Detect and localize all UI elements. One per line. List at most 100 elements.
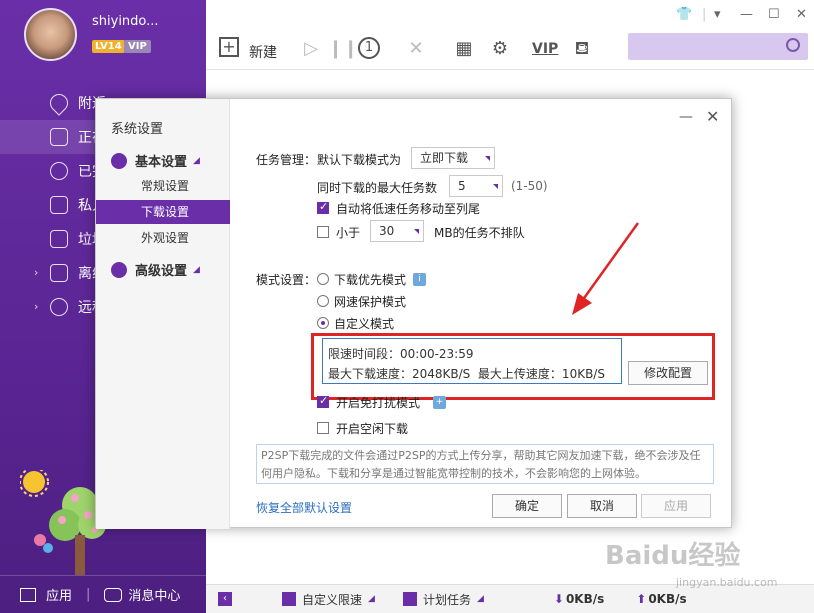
no-disturb-label: 开启免打扰模式 <box>336 396 421 410</box>
search-input[interactable] <box>628 33 808 60</box>
cancel-button[interactable]: 取消 <box>567 494 637 518</box>
download-speed: 0KB/s <box>565 592 605 606</box>
network-protect-label: 网速保护模式 <box>334 295 407 309</box>
less-than-label: 小于 <box>336 226 361 240</box>
custom-mode-radio[interactable] <box>317 317 329 329</box>
p2sp-note: P2SP下载完成的文件会通过P2SP的方式上传分享，帮助其它网友加速下载，绝不会… <box>256 444 714 484</box>
menu-icon[interactable]: ▾ <box>714 7 721 22</box>
idle-download-checkbox[interactable] <box>317 422 329 434</box>
download-first-radio[interactable] <box>317 273 329 285</box>
info-icon[interactable]: + <box>433 396 446 409</box>
no-queue-label: MB的任务不排队 <box>434 226 525 240</box>
dialog-minimize-icon[interactable]: — <box>679 109 693 125</box>
location-icon <box>46 90 72 116</box>
plan-task-dropdown-icon[interactable]: ◢ <box>477 594 484 604</box>
watermark: Baidu经验 <box>605 541 741 571</box>
grid-icon[interactable]: ▦ <box>452 37 476 61</box>
chevron-down-icon <box>493 184 498 189</box>
speed-limit-dropdown-icon[interactable]: ◢ <box>368 594 375 604</box>
lock-icon <box>50 196 68 214</box>
avatar[interactable] <box>24 8 77 61</box>
caret-icon: ◢ <box>193 155 200 166</box>
settings-icon[interactable]: ⚙ <box>488 37 512 61</box>
plan-task-button[interactable]: 计划任务 <box>423 591 471 608</box>
chevron-right-icon[interactable]: › <box>34 300 38 313</box>
no-disturb-checkbox[interactable] <box>317 394 329 408</box>
sidebar-bottom-bar: 应用 | 消息中心 <box>0 575 206 613</box>
less-than-select[interactable]: 30 <box>370 220 424 242</box>
highlight-frame <box>311 333 715 400</box>
task-section-label: 任务管理： <box>256 153 317 167</box>
maximize-icon[interactable]: ☐ <box>768 7 780 22</box>
download-first-label: 下载优先模式 <box>334 273 407 287</box>
chevron-down-icon <box>414 229 419 234</box>
minimize-icon[interactable]: — <box>740 7 753 22</box>
nav-item-appearance[interactable]: 外观设置 <box>96 226 230 250</box>
max-tasks-range: (1-50) <box>511 179 548 193</box>
caret-icon: ◢ <box>193 264 200 275</box>
info-icon[interactable]: i <box>413 273 426 286</box>
default-mode-select[interactable]: 立即下载 <box>411 147 495 169</box>
dialog-title: 系统设置 <box>111 122 164 137</box>
vip-badge[interactable]: VIP <box>124 40 151 53</box>
no-queue-checkbox[interactable] <box>317 226 329 238</box>
download-speed-icon: ⬇ <box>553 592 564 606</box>
apply-button[interactable]: 应用 <box>641 494 711 518</box>
apps-icon <box>20 587 36 602</box>
play-icon[interactable]: ▷ <box>299 37 323 61</box>
upload-speed: 0KB/s <box>648 592 687 606</box>
settings-dialog: 系统设置 基本设置 ◢ 常规设置 下载设置 外观设置 高级设置 ◢ — ✕ 任务… <box>95 98 732 529</box>
speed-limit-icon <box>282 592 296 606</box>
toolbar: 👕 | ▾ — ☐ ✕ + 新建 ▷ ❙❙ 1 ✕ ▦ ⚙ VIP ⛾ <box>206 0 814 70</box>
restore-defaults-link[interactable]: 恢复全部默认设置 <box>256 499 352 516</box>
single-task-icon[interactable]: 1 <box>358 37 380 59</box>
mode-section-label: 模式设置： <box>256 273 317 287</box>
gift-icon[interactable]: ⛾ <box>570 37 594 61</box>
nav-group-basic[interactable]: 基本设置 ◢ <box>111 151 200 170</box>
collapse-icon[interactable]: ‹ <box>218 592 232 606</box>
message-icon <box>104 587 123 602</box>
check-icon <box>50 162 68 180</box>
custom-mode-label: 自定义模式 <box>334 317 395 331</box>
default-mode-label: 默认下载模式为 <box>317 153 402 167</box>
nav-group-label: 基本设置 <box>135 155 188 170</box>
nav-group-label: 高级设置 <box>135 264 188 279</box>
max-tasks-label: 同时下载的最大任务数 <box>317 181 438 195</box>
watermark-url: jingyan.baidu.com <box>676 576 778 589</box>
nav-item-regular[interactable]: 常规设置 <box>96 174 230 198</box>
apps-button[interactable]: 应用 <box>46 585 72 604</box>
chevron-down-icon <box>485 156 490 161</box>
close-icon[interactable]: ✕ <box>796 7 807 22</box>
network-protect-radio[interactable] <box>317 295 329 307</box>
idle-download-label: 开启空闲下载 <box>336 422 409 436</box>
nav-group-advanced[interactable]: 高级设置 ◢ <box>111 260 200 279</box>
settings-nav: 系统设置 基本设置 ◢ 常规设置 下载设置 外观设置 高级设置 ◢ <box>96 99 230 529</box>
plan-task-icon <box>402 592 417 606</box>
download-icon <box>50 128 68 146</box>
vip-icon[interactable]: VIP <box>532 37 558 61</box>
upload-speed-icon: ⬆ <box>636 592 647 606</box>
speed-limit-button[interactable]: 自定义限速 <box>302 591 362 608</box>
dialog-close-icon[interactable]: ✕ <box>706 107 719 126</box>
level-badge: LV14 <box>92 40 125 53</box>
nav-item-download[interactable]: 下载设置 <box>96 200 230 224</box>
message-center-button[interactable]: 消息中心 <box>128 585 180 604</box>
gear-icon <box>111 152 127 169</box>
globe-icon <box>50 298 68 316</box>
cloud-icon <box>50 264 68 282</box>
search-icon[interactable] <box>786 38 800 52</box>
trash-icon <box>50 230 68 248</box>
move-slow-checkbox[interactable] <box>317 200 329 214</box>
username[interactable]: shiyindo... <box>92 14 159 29</box>
info-circle-icon <box>111 261 127 278</box>
annotation-arrow-icon <box>572 222 640 315</box>
max-tasks-select[interactable]: 5 <box>449 175 503 197</box>
chevron-right-icon[interactable]: › <box>34 266 38 279</box>
pause-icon[interactable]: ❙❙ <box>328 37 358 61</box>
skin-icon[interactable]: 👕 <box>676 7 692 22</box>
delete-icon[interactable]: ✕ <box>404 37 428 61</box>
move-slow-label: 自动将低速任务移动至列尾 <box>336 202 481 216</box>
ok-button[interactable]: 确定 <box>492 494 562 518</box>
new-task-icon[interactable]: + <box>219 37 239 57</box>
new-task-button[interactable]: 新建 <box>249 42 277 62</box>
